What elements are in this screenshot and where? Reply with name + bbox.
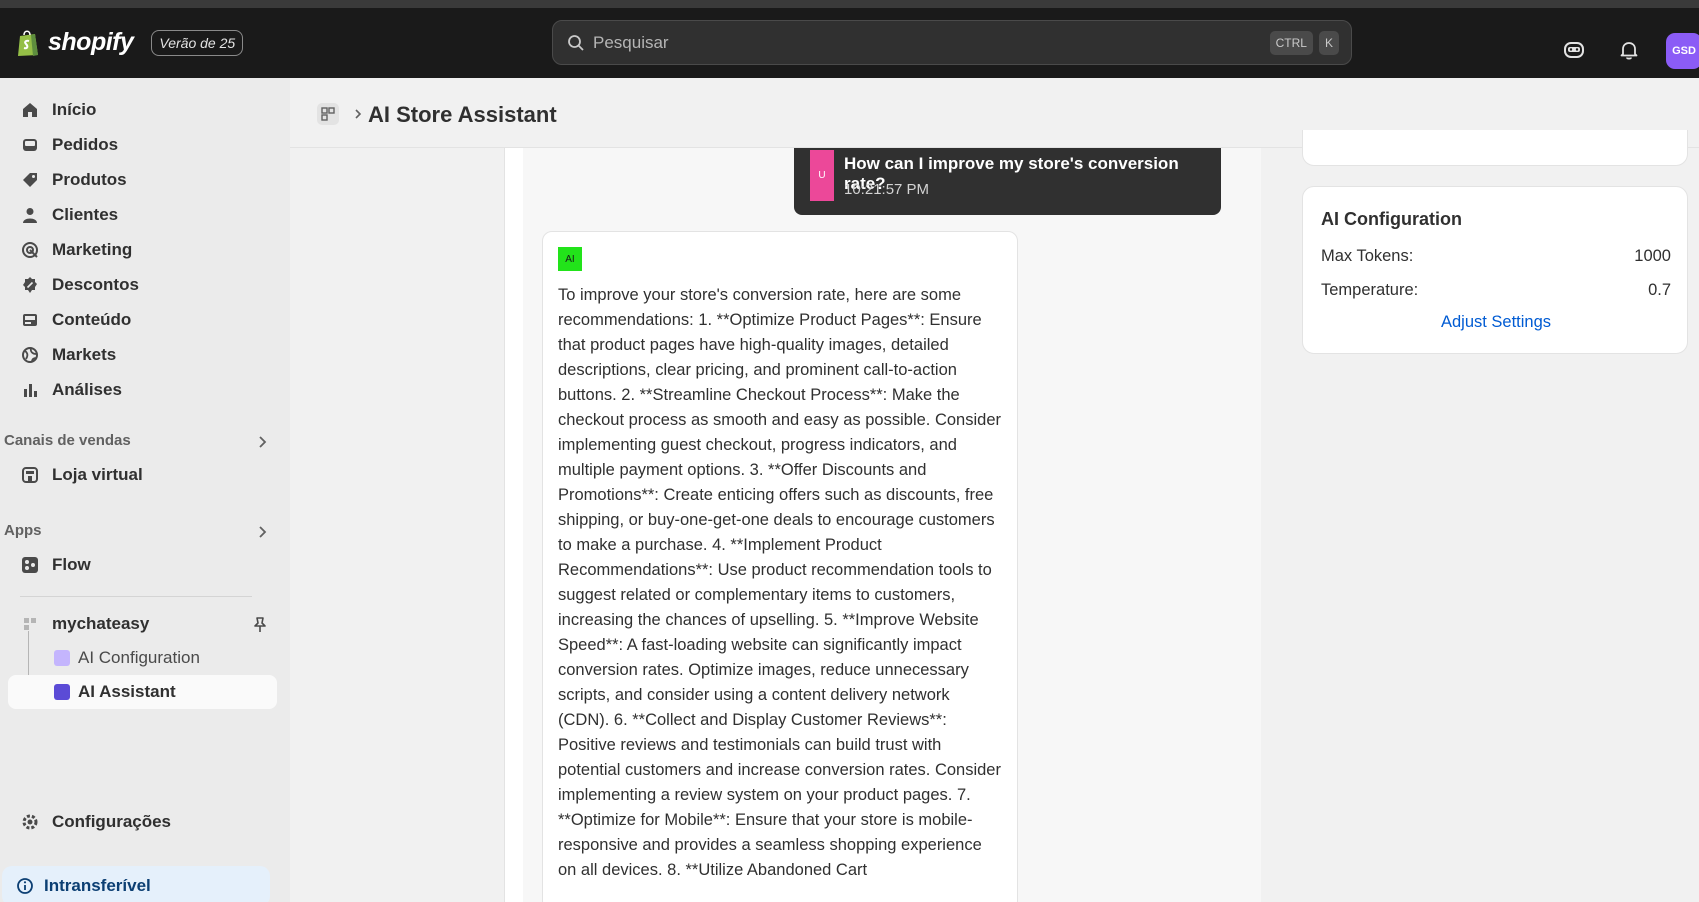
config-value: 0.7 <box>1648 281 1671 299</box>
nav-item-descontos[interactable]: Descontos <box>8 269 277 301</box>
chevron-right-icon[interactable] <box>256 525 270 539</box>
config-row-max-tokens: Max Tokens: 1000 <box>1321 247 1671 266</box>
sales-channels-title[interactable]: Canais de vendas <box>4 432 131 449</box>
sub-item-label: AI Assistant <box>78 682 176 701</box>
search-bar[interactable]: CTRL K <box>552 20 1352 65</box>
app-grid-icon[interactable] <box>317 103 339 125</box>
nav-label: Início <box>52 100 97 119</box>
user-message-time: 10:21:57 PM <box>844 181 930 198</box>
nav-item-configuracoes[interactable]: Configurações <box>8 806 277 838</box>
image-icon <box>20 310 40 330</box>
ai-message-bubble: AI To improve your store's conversion ra… <box>542 231 1018 902</box>
nav-item-analises[interactable]: Análises <box>8 374 277 406</box>
user-avatar[interactable]: GSD <box>1666 33 1699 69</box>
store-icon <box>20 465 40 485</box>
sidekick-icon[interactable] <box>1563 39 1585 61</box>
chart-icon <box>20 380 40 400</box>
globe-icon <box>20 345 40 365</box>
tag-icon <box>20 170 40 190</box>
nav-label: Produtos <box>52 170 127 189</box>
user-message-bubble: U How can I improve my store's conversio… <box>794 148 1221 215</box>
plan-status-label: Intransferível <box>44 876 151 895</box>
config-label: Temperature: <box>1321 281 1419 299</box>
plan-status-banner[interactable]: Intransferível <box>2 866 270 902</box>
apps-title[interactable]: Apps <box>4 522 42 539</box>
shopify-bag-icon <box>18 29 38 56</box>
nav-item-flow[interactable]: Flow <box>8 549 277 581</box>
info-icon <box>16 877 34 895</box>
config-row-temperature: Temperature: 0.7 <box>1321 281 1671 300</box>
sub-item-ai-configuration[interactable]: AI Configuration <box>8 641 277 675</box>
settings-icon <box>20 812 40 832</box>
nav-item-pedidos[interactable]: Pedidos <box>8 129 277 161</box>
user-message-avatar: U <box>810 150 834 201</box>
page-title: AI Store Assistant <box>368 102 557 127</box>
ai-message-text: To improve your store's conversion rate,… <box>558 286 1001 879</box>
bell-icon[interactable] <box>1618 39 1640 61</box>
nav-label: Clientes <box>52 205 119 224</box>
target-icon <box>20 240 40 260</box>
adjust-settings-link[interactable]: Adjust Settings <box>1303 313 1689 332</box>
nav-label: Marketing <box>52 240 133 259</box>
nav-item-marketing[interactable]: Marketing <box>8 234 277 266</box>
sub-item-ai-assistant[interactable]: AI Assistant <box>8 675 277 709</box>
home-icon <box>20 100 40 120</box>
discount-icon <box>20 275 40 295</box>
top-bar: shopify Verão de 25 CTRL K GSD <box>0 8 1699 78</box>
nav-label: Loja virtual <box>52 465 143 484</box>
person-icon <box>20 205 40 225</box>
chevron-right-icon <box>355 109 362 119</box>
nav-label: Pedidos <box>52 135 119 154</box>
nav-label: Markets <box>52 345 117 364</box>
ai-configuration-card: AI Configuration Max Tokens: 1000 Temper… <box>1302 186 1688 354</box>
nav-label: Análises <box>52 380 122 399</box>
nav-label: Conteúdo <box>52 310 132 329</box>
config-card-title: AI Configuration <box>1321 209 1462 229</box>
window-top-strip <box>0 0 1699 8</box>
robot-icon <box>54 684 70 700</box>
chevron-right-icon[interactable] <box>256 435 270 449</box>
config-label: Max Tokens: <box>1321 247 1414 265</box>
version-badge[interactable]: Verão de 25 <box>151 29 244 56</box>
app-group-mychateasy[interactable]: mychateasy <box>8 608 277 640</box>
previous-card-bottom <box>1302 130 1688 166</box>
nav-item-loja-virtual[interactable]: Loja virtual <box>8 459 277 491</box>
sub-item-label: AI Configuration <box>78 648 200 667</box>
shopify-logo[interactable]: shopify Verão de 25 <box>16 28 244 57</box>
ai-message-avatar: AI <box>558 247 582 271</box>
config-value: 1000 <box>1634 247 1671 265</box>
gear-icon <box>54 650 70 666</box>
nav-label: Flow <box>52 555 91 574</box>
nav-label: Configurações <box>52 812 172 831</box>
nav-item-produtos[interactable]: Produtos <box>8 164 277 196</box>
search-input[interactable] <box>593 32 1270 53</box>
search-icon <box>568 34 584 51</box>
app-group-label: mychateasy <box>52 614 150 633</box>
flow-icon <box>20 555 40 575</box>
nav-item-markets[interactable]: Markets <box>8 339 277 371</box>
shortcut-key-k: K <box>1318 30 1339 55</box>
nav-item-conteudo[interactable]: Conteúdo <box>8 304 277 336</box>
inbox-icon <box>20 135 40 155</box>
nav-label: Descontos <box>52 275 139 294</box>
shortcut-key-ctrl: CTRL <box>1269 30 1313 55</box>
pin-icon[interactable] <box>251 616 269 634</box>
nav-item-inicio[interactable]: Início <box>8 94 277 126</box>
sidebar-divider <box>20 596 252 597</box>
nav-item-clientes[interactable]: Clientes <box>8 199 277 231</box>
brand-name: shopify <box>48 28 134 56</box>
